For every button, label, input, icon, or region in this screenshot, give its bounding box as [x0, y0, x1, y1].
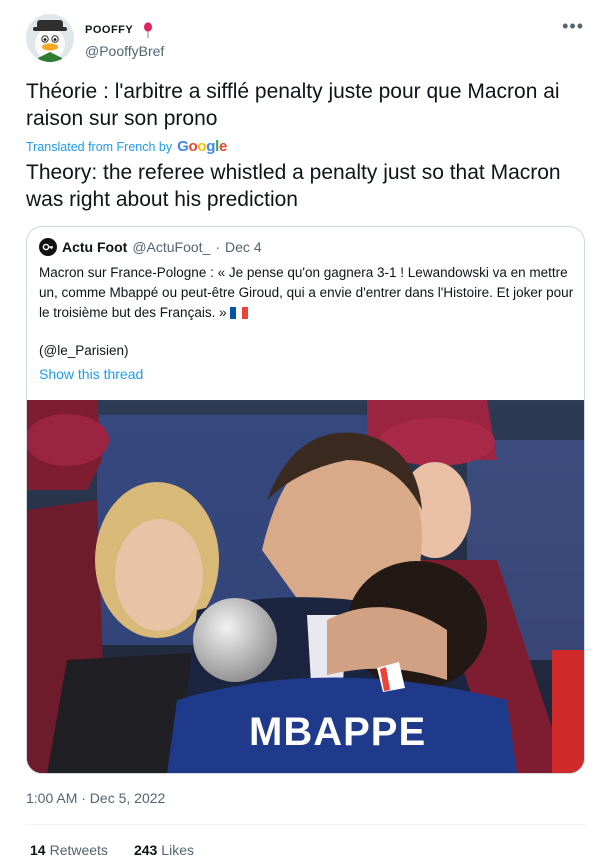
translated-label: Translated from French by: [26, 139, 173, 154]
quoted-display-name: Actu Foot: [62, 239, 128, 255]
quoted-tweet-text: Macron sur France-Pologne : « Je pense q…: [39, 265, 574, 320]
author-name-block[interactable]: POOFFY @PooffyBref: [85, 21, 164, 59]
france-flag-icon: [229, 307, 248, 319]
author-display-name[interactable]: POOFFY: [85, 24, 133, 36]
google-logo: Google: [177, 138, 228, 155]
red-balloon-icon: [143, 22, 152, 38]
quoted-handle: @ActuFoot_: [132, 239, 211, 255]
quoted-date: Dec 4: [225, 239, 262, 255]
show-thread-link[interactable]: Show this thread: [39, 366, 143, 382]
translated-text: Theory: the referee whistled a penalty j…: [26, 161, 561, 211]
retweets-stat[interactable]: 14 Retweets: [30, 842, 108, 858]
more-options-icon[interactable]: •••: [562, 16, 584, 37]
quoted-tweet-card[interactable]: Actu Foot @ActuFoot_ · Dec 4 Macron sur …: [26, 226, 585, 774]
retweets-label: Retweets: [49, 842, 108, 858]
tweet-text: Théorie : l'arbitre a sifflé penalty jus…: [26, 80, 560, 130]
quoted-photo[interactable]: MBAPPE: [27, 400, 584, 774]
tweet-stats: 14 Retweets 243 Likes: [30, 842, 194, 858]
tweet-header: POOFFY @PooffyBref •••: [26, 14, 586, 64]
tweet-timestamp[interactable]: 1:00 AM · Dec 5, 2022: [26, 790, 165, 806]
jersey-text: MBAPPE: [249, 710, 426, 754]
author-handle[interactable]: @PooffyBref: [85, 43, 164, 59]
likes-count: 243: [133, 842, 158, 858]
retweets-count: 14: [30, 842, 46, 858]
duck-avatar-icon: [26, 14, 74, 62]
author-avatar[interactable]: [26, 14, 74, 62]
key-logo-icon: [42, 243, 53, 251]
quoted-tweet-header: Actu Foot @ActuFoot_ · Dec 4: [39, 238, 262, 256]
likes-label: Likes: [161, 842, 194, 858]
quoted-author-avatar: [39, 238, 57, 256]
likes-stat[interactable]: 243 Likes: [134, 842, 194, 858]
translation-attribution[interactable]: Translated from French by Google: [26, 138, 227, 155]
quoted-separator: ·: [215, 239, 221, 255]
divider: [26, 824, 586, 825]
quoted-source: (@le_Parisien): [39, 343, 129, 358]
